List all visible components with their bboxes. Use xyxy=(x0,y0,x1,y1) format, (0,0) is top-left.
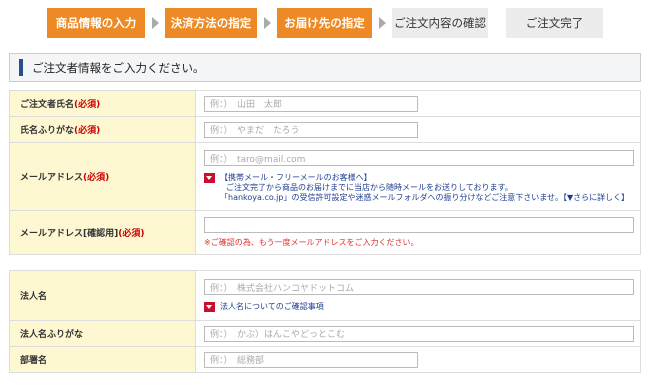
company-info-form: 法人名 例：） 株式会社ハンコヤドットコム 法人名についてのご確認事項 法人名ふ… xyxy=(9,270,641,373)
company-kana-label: 法人名ふりがな xyxy=(9,320,196,347)
company-notice-link[interactable]: 法人名についてのご確認事項 xyxy=(220,302,324,312)
step-label: 決済方法の指定 xyxy=(170,16,252,30)
form-row-email-confirm: メールアドレス[確認用](必須) ※ご確認の為、もう一度メールアドレスをご入力く… xyxy=(9,210,641,255)
orderer-info-form: ご注文者氏名(必須) 例：） 山田 太郎 氏名ふりがな(必須) 例：） やまだ … xyxy=(9,90,641,255)
email-notice-title[interactable]: 【携帯メール・フリーメールのお客様へ】 xyxy=(220,173,629,183)
form-row-name: ご注文者氏名(必須) 例：） 山田 太郎 xyxy=(9,90,641,117)
email-confirm-label: メールアドレス[確認用](必須) xyxy=(9,210,196,255)
form-row-email: メールアドレス(必須) 例：） taro@mail.com 【携帯メール・フリー… xyxy=(9,142,641,211)
company-notice: 法人名についてのご確認事項 xyxy=(204,302,640,312)
company-input[interactable]: 例：） 株式会社ハンコヤドットコム xyxy=(204,279,634,295)
form-row-department: 部署名 例：） 総務部 xyxy=(9,346,641,373)
expand-triangle-icon[interactable] xyxy=(204,173,215,183)
email-confirm-input[interactable] xyxy=(204,217,634,233)
required-mark: (必須) xyxy=(118,229,145,239)
form-row-company-kana: 法人名ふりがな 例：） かぶ）はんこやどっとこむ xyxy=(9,320,641,347)
step-label: お届け先の指定 xyxy=(284,16,365,30)
company-kana-input[interactable]: 例：） かぶ）はんこやどっとこむ xyxy=(204,325,634,342)
checkout-steps: 商品情報の入力 決済方法の指定 お届け先の指定 ご注文内容の確認 ご注文完了 xyxy=(47,8,603,38)
step-order-confirm: ご注文内容の確認 xyxy=(392,8,488,38)
section-heading: ご注文者情報をご入力ください。 xyxy=(9,53,641,82)
kana-input[interactable]: 例：） やまだ たろう xyxy=(204,121,418,138)
required-mark: (必須) xyxy=(74,126,101,136)
required-mark: (必須) xyxy=(74,100,101,110)
step-delivery-address: お届け先の指定 xyxy=(277,8,372,38)
department-input[interactable]: 例：） 総務部 xyxy=(204,351,418,368)
company-label: 法人名 xyxy=(9,270,196,321)
section-title: ご注文者情報をご入力ください。 xyxy=(32,60,205,75)
step-order-complete: ご注文完了 xyxy=(506,8,603,38)
expand-triangle-icon[interactable] xyxy=(204,302,215,312)
name-input[interactable]: 例：） 山田 太郎 xyxy=(204,95,418,112)
step-label: ご注文内容の確認 xyxy=(394,16,486,30)
department-label: 部署名 xyxy=(9,346,196,373)
name-label: ご注文者氏名(必須) xyxy=(9,90,196,117)
email-notice-line1: ご注文完了から商品のお届けまでに当店から随時メールをお送りしております。 xyxy=(226,183,513,192)
email-confirm-warning: ※ご確認の為、もう一度メールアドレスをご入力ください。 xyxy=(204,238,419,247)
form-row-company: 法人名 例：） 株式会社ハンコヤドットコム 法人名についてのご確認事項 xyxy=(9,270,641,321)
step-arrow-icon xyxy=(145,8,165,38)
step-arrow-icon xyxy=(372,8,392,38)
required-mark: (必須) xyxy=(83,173,110,183)
step-label: 商品情報の入力 xyxy=(55,16,137,30)
heading-accent-bar xyxy=(19,59,23,76)
step-spacer xyxy=(488,8,506,38)
email-notice: 【携帯メール・フリーメールのお客様へ】 ご注文完了から商品のお届けまでに当店から… xyxy=(204,173,640,203)
form-row-kana: 氏名ふりがな(必須) 例：） やまだ たろう xyxy=(9,116,641,143)
email-label: メールアドレス(必須) xyxy=(9,142,196,211)
step-product-info: 商品情報の入力 xyxy=(47,8,145,38)
kana-label: 氏名ふりがな(必須) xyxy=(9,116,196,143)
email-input[interactable]: 例：） taro@mail.com xyxy=(204,150,634,166)
step-label: ご注文完了 xyxy=(525,16,584,30)
order-form-page: 商品情報の入力 決済方法の指定 お届け先の指定 ご注文内容の確認 ご注文完了 ご… xyxy=(0,0,650,392)
step-payment-method: 決済方法の指定 xyxy=(165,8,257,38)
email-notice-line2[interactable]: 「hankoya.co.jp」の受信許可設定や迷惑メールフォルダへの振り分けなど… xyxy=(220,193,629,203)
step-arrow-icon xyxy=(257,8,277,38)
